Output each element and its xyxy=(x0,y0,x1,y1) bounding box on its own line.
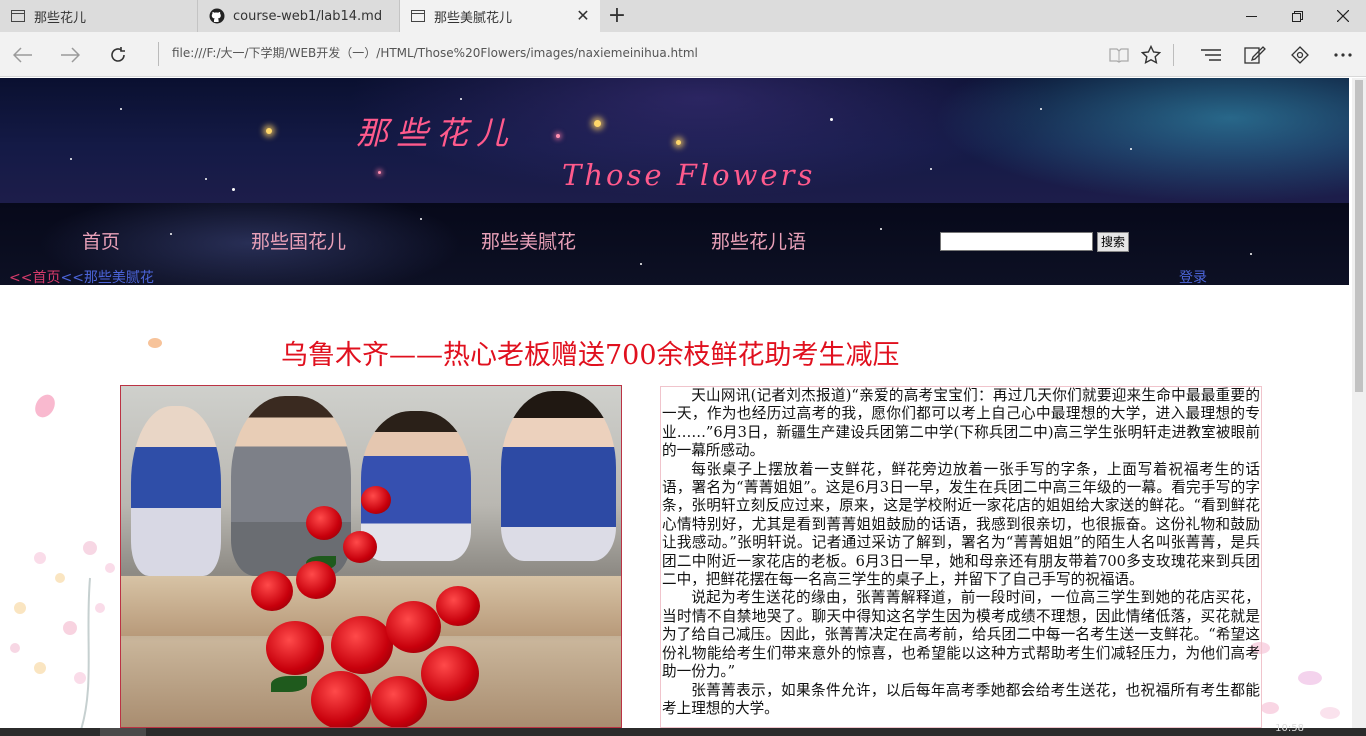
page-icon xyxy=(10,8,26,24)
github-icon xyxy=(209,8,225,24)
search-button[interactable]: 搜索 xyxy=(1097,232,1129,252)
tab-3-active[interactable]: 那些美腻花儿 ✕ xyxy=(400,0,600,32)
search-input[interactable] xyxy=(940,232,1093,251)
site-logo-english: Those Flowers xyxy=(562,158,816,192)
photo-rose xyxy=(386,601,441,653)
nav-beautiful-flowers[interactable]: 那些美腻花 xyxy=(481,227,576,254)
photo-rose xyxy=(306,506,342,540)
article-paragraph: 天山网讯(记者刘杰报道)“亲爱的高考宝宝们：再过几天你们就要迎来生命中最最重要的… xyxy=(662,387,1260,460)
article-photo xyxy=(120,385,622,728)
vertical-scrollbar[interactable] xyxy=(1352,78,1366,728)
forward-icon[interactable] xyxy=(53,38,87,72)
star xyxy=(1250,253,1252,255)
photo-rose xyxy=(251,571,293,611)
star xyxy=(640,263,642,265)
toolbar-separator xyxy=(1173,44,1174,66)
nav-national-flowers[interactable]: 那些国花儿 xyxy=(251,227,346,254)
breadcrumb-home-link[interactable]: <<首页 xyxy=(9,270,60,286)
tab-1[interactable]: 那些花儿 xyxy=(0,0,198,32)
article-paragraph: 张菁菁表示，如果条件允许，以后每年高考季她都会给考生送花，也祝福所有考生都能考上… xyxy=(662,681,1260,717)
nav-home[interactable]: 首页 xyxy=(82,227,120,254)
star xyxy=(460,98,462,100)
article-body: 天山网讯(记者刘杰报道)“亲爱的高考宝宝们：再过几天你们就要迎来生命中最最重要的… xyxy=(660,386,1262,728)
more-icon[interactable] xyxy=(1328,40,1358,70)
star xyxy=(556,134,560,138)
petal-icon xyxy=(148,338,162,348)
article-paragraph: 说起为考生送花的缘由，张菁菁解释道，前一段时间，一位高三学生到她的花店买花，当时… xyxy=(662,589,1260,681)
tab-label: 那些花儿 xyxy=(34,10,87,26)
tab-2[interactable]: course-web1/lab14.md at m xyxy=(199,0,400,32)
reading-view-icon[interactable] xyxy=(1104,40,1134,70)
star xyxy=(420,218,422,220)
site-banner: 那些花儿 Those Flowers xyxy=(0,78,1349,203)
taskbar: 10:58 xyxy=(0,723,1366,736)
share-icon[interactable] xyxy=(1285,40,1315,70)
photo-rose xyxy=(266,621,324,675)
article-title: 乌鲁木齐——热心老板赠送700余枝鲜花助考生减压 xyxy=(281,340,900,371)
tab-label: 那些美腻花儿 xyxy=(434,10,513,26)
tab-bar: 那些花儿 course-web1/lab14.md at m 那些美腻花儿 ✕ … xyxy=(0,0,1366,32)
login-link[interactable]: 登录 xyxy=(1179,267,1207,287)
star xyxy=(1040,108,1042,110)
breadcrumb-current-link[interactable]: <<那些美腻花 xyxy=(60,270,153,286)
photo-rose xyxy=(361,486,391,514)
star xyxy=(170,233,172,235)
page-viewport: 那些花儿 Those Flowers 首页 那些国花儿 那些美腻花 那些花儿语 … xyxy=(0,78,1352,728)
star xyxy=(266,128,272,134)
photo-figure xyxy=(231,396,351,576)
photo-figure xyxy=(501,391,616,561)
photo-rose xyxy=(311,671,371,727)
nav-flower-language[interactable]: 那些花儿语 xyxy=(711,227,806,254)
star xyxy=(1130,148,1132,150)
tab-label: course-web1/lab14.md at m xyxy=(233,8,383,24)
star xyxy=(676,140,681,145)
scrollbar-thumb[interactable] xyxy=(1355,80,1363,392)
new-tab-icon[interactable]: + xyxy=(603,0,631,32)
url-field[interactable]: file:///F:/大一/下学期/WEB开发（一）/HTML/Those%20… xyxy=(158,42,1098,66)
main-navigation: 首页 那些国花儿 那些美腻花 那些花儿语 搜索 <<首页<<那些美腻花 登录 xyxy=(0,203,1349,287)
back-icon[interactable] xyxy=(6,38,40,72)
photo-leaf xyxy=(271,676,307,692)
address-bar: file:///F:/大一/下学期/WEB开发（一）/HTML/Those%20… xyxy=(0,32,1366,77)
star xyxy=(880,228,882,230)
page-icon xyxy=(410,8,426,24)
hub-icon[interactable] xyxy=(1196,40,1226,70)
star xyxy=(378,171,381,174)
photo-figure xyxy=(131,406,221,576)
photo-rose xyxy=(331,616,393,674)
article-paragraph: 每张桌子上摆放着一支鲜花，鲜花旁边放着一张手写的字条，上面写着祝福考生的话语，署… xyxy=(662,460,1260,589)
taskbar-clock: 10:58 xyxy=(1275,723,1304,734)
star xyxy=(120,108,122,110)
breadcrumb: <<首页<<那些美腻花 xyxy=(9,267,154,287)
photo-rose xyxy=(421,646,479,701)
star xyxy=(205,178,207,180)
star xyxy=(594,120,601,127)
minimize-icon[interactable] xyxy=(1228,0,1274,32)
photo-rose xyxy=(296,561,336,599)
star xyxy=(70,158,72,160)
petal-icon xyxy=(35,394,55,418)
star xyxy=(930,168,932,170)
photo-rose xyxy=(436,586,480,626)
close-window-icon[interactable] xyxy=(1320,0,1366,32)
favorite-star-icon[interactable] xyxy=(1136,40,1166,70)
web-note-icon[interactable] xyxy=(1240,40,1270,70)
photo-rose xyxy=(343,531,377,563)
close-tab-icon[interactable]: ✕ xyxy=(574,7,592,25)
photo-rose xyxy=(371,676,427,727)
star xyxy=(830,118,833,121)
restore-icon[interactable] xyxy=(1274,0,1320,32)
refresh-icon[interactable] xyxy=(101,38,135,72)
taskbar-active-app[interactable] xyxy=(100,728,146,736)
site-logo-chinese: 那些花儿 xyxy=(356,114,517,152)
star xyxy=(232,188,235,191)
